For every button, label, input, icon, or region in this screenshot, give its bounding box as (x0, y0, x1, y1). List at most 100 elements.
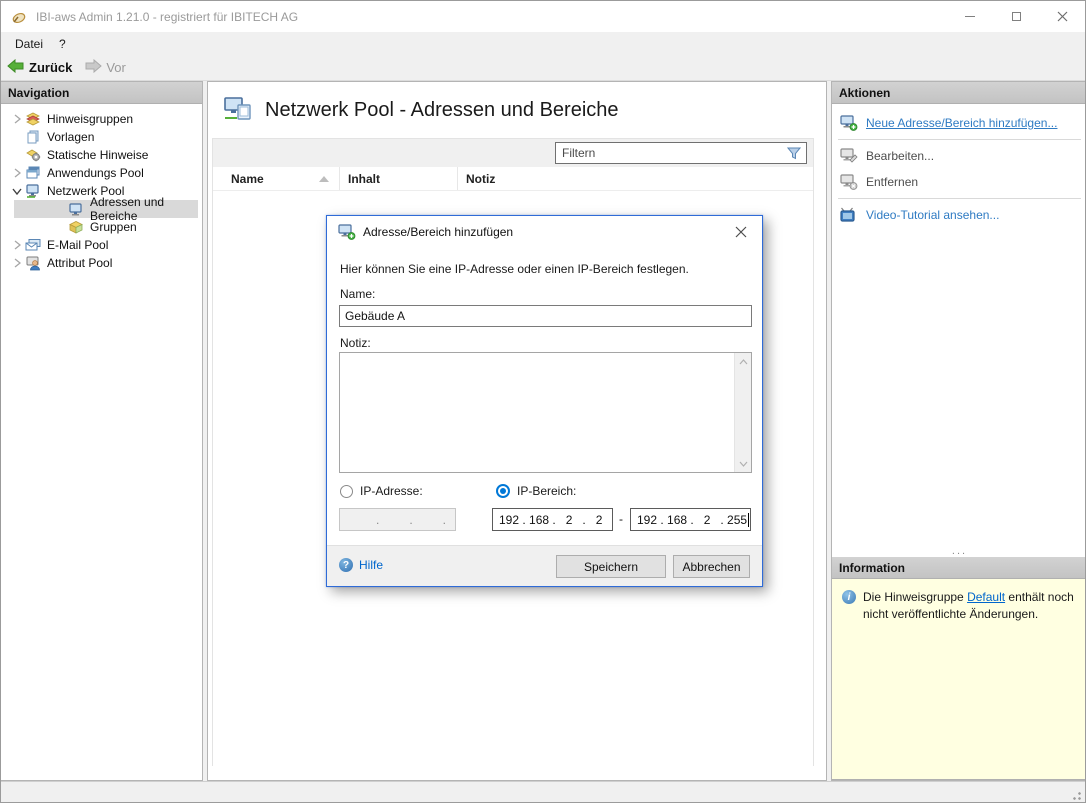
page-title: Netzwerk Pool - Adressen und Bereiche (265, 99, 619, 122)
cancel-button[interactable]: Abbrechen (673, 555, 750, 578)
default-group-link[interactable]: Default (967, 590, 1005, 604)
sidebar-item-label: Anwendungs Pool (47, 166, 144, 180)
notice-groups-icon (25, 111, 41, 127)
note-textarea[interactable] (339, 352, 752, 473)
sidebar-item-hinweisgruppen[interactable]: Hinweisgruppen (1, 110, 202, 128)
sidebar-item-label: Gruppen (90, 220, 137, 234)
dialog-footer: ? Hilfe Speichern Abbrechen (327, 545, 762, 586)
attribute-pool-icon (25, 255, 41, 271)
radio-ip-range-label: IP-Bereich: (517, 484, 576, 498)
filter-bar (213, 139, 813, 167)
forward-button-label: Vor (106, 60, 126, 75)
main-title-row: Netzwerk Pool - Adressen und Bereiche (208, 82, 826, 138)
groups-icon (68, 219, 84, 235)
chevron-right-icon[interactable] (9, 168, 25, 178)
sidebar-item-label: Vorlagen (47, 130, 94, 144)
dialog-title-bar: Adresse/Bereich hinzufügen (327, 216, 762, 248)
resize-grip[interactable] (1070, 789, 1082, 801)
information-panel: i Die Hinweisgruppe Default enthält noch… (832, 579, 1086, 780)
monitor-remove-icon (840, 174, 858, 190)
app-window: IBI-aws Admin 1.21.0 - registriert für I… (0, 0, 1086, 803)
column-header-notiz[interactable]: Notiz (458, 167, 813, 190)
chevron-right-icon[interactable] (9, 114, 25, 124)
static-notices-icon (25, 147, 41, 163)
email-pool-icon (25, 237, 41, 253)
radio-ip-range[interactable]: IP-Bereich: (496, 484, 576, 498)
maximize-button[interactable] (993, 1, 1039, 32)
info-icon: i (842, 590, 856, 604)
action-label: Entfernen (866, 175, 918, 189)
templates-icon (25, 129, 41, 145)
forward-button: Vor (78, 59, 132, 76)
add-address-dialog: Adresse/Bereich hinzufügen Hier können S… (326, 215, 763, 587)
action-edit: Bearbeiten... (832, 143, 1086, 169)
action-label: Neue Adresse/Bereich hinzufügen... (866, 116, 1057, 130)
sidebar-item-label: E-Mail Pool (47, 238, 108, 252)
filter-input[interactable] (556, 146, 785, 160)
window-title: IBI-aws Admin 1.21.0 - registriert für I… (36, 10, 298, 24)
monitor-add-icon (338, 224, 356, 240)
chevron-right-icon[interactable] (9, 240, 25, 250)
name-label: Name: (340, 287, 375, 301)
action-label: Video-Tutorial ansehen... (866, 208, 999, 222)
action-remove: Entfernen (832, 169, 1086, 195)
ip-range-to-input[interactable]: 192 . 168 . 2 . 255 (630, 508, 751, 531)
filter-funnel-icon[interactable] (785, 147, 803, 160)
chevron-down-icon[interactable] (9, 188, 25, 195)
column-header-inhalt[interactable]: Inhalt (340, 167, 458, 190)
ip-range-from-input[interactable]: 192 . 168 . 2 . 2 (492, 508, 613, 531)
close-icon[interactable] (730, 223, 752, 241)
name-input[interactable] (339, 305, 752, 327)
sidebar-item-adressen-und-bereiche[interactable]: Adressen und Bereiche (14, 200, 198, 218)
navigation-header: Navigation (1, 82, 202, 104)
navigation-tree: Hinweisgruppen Vorlagen Statische Hinwei… (1, 104, 202, 272)
right-panel: Aktionen Neue Adresse/Bereich hinzufügen… (831, 81, 1086, 781)
back-button[interactable]: Zurück (1, 59, 78, 76)
menu-item-help[interactable]: ? (51, 37, 74, 51)
action-label: Bearbeiten... (866, 149, 934, 163)
scroll-up-icon[interactable] (735, 353, 752, 370)
forward-arrow-icon (84, 59, 102, 76)
actions-header: Aktionen (832, 82, 1086, 104)
monitor-add-icon (840, 115, 858, 131)
scrollbar[interactable] (734, 353, 751, 472)
chevron-right-icon[interactable] (9, 258, 25, 268)
panel-splitter-handle[interactable]: ... (832, 547, 1086, 556)
sidebar-item-attribut-pool[interactable]: Attribut Pool (1, 254, 202, 272)
action-video-tutorial[interactable]: Video-Tutorial ansehen... (832, 202, 1086, 228)
addresses-icon (68, 201, 84, 217)
minimize-button[interactable] (947, 1, 993, 32)
radio-selected-icon (496, 484, 510, 498)
help-link[interactable]: ? Hilfe (339, 558, 383, 572)
information-text: Die Hinweisgruppe Default enthält noch n… (863, 589, 1079, 623)
scroll-down-icon[interactable] (735, 455, 752, 472)
monitor-edit-icon (840, 148, 858, 164)
sidebar-item-label: Statische Hinweise (47, 148, 148, 162)
sidebar-item-vorlagen[interactable]: Vorlagen (1, 128, 202, 146)
sidebar-item-label: Hinweisgruppen (47, 112, 133, 126)
app-icon (10, 9, 28, 25)
radio-ip-address-label: IP-Adresse: (360, 484, 423, 498)
range-separator: - (619, 512, 623, 526)
dialog-description: Hier können Sie eine IP-Adresse oder ein… (340, 262, 689, 276)
action-add-address[interactable]: Neue Adresse/Bereich hinzufügen... (832, 110, 1086, 136)
actions-body: Neue Adresse/Bereich hinzufügen... Bearb… (832, 104, 1086, 557)
help-icon: ? (339, 558, 353, 572)
application-pool-icon (25, 165, 41, 181)
ip-row: . . . 192 . 168 . 2 . 2 - 192 . 168 . 2 … (327, 508, 762, 531)
back-arrow-icon (7, 59, 25, 76)
ip-address-input: . . . (339, 508, 456, 531)
radio-ip-address[interactable]: IP-Adresse: (340, 484, 423, 498)
dialog-title: Adresse/Bereich hinzufügen (363, 225, 513, 239)
sidebar-item-statische-hinweise[interactable]: Statische Hinweise (1, 146, 202, 164)
column-header-name[interactable]: Name (213, 167, 340, 190)
information-header: Information (832, 557, 1086, 579)
separator (838, 198, 1081, 199)
menu-item-datei[interactable]: Datei (7, 37, 51, 51)
close-button[interactable] (1039, 1, 1085, 32)
save-button[interactable]: Speichern (556, 555, 666, 578)
toolbar: Zurück Vor (1, 55, 1085, 81)
sidebar-item-email-pool[interactable]: E-Mail Pool (1, 236, 202, 254)
sort-ascending-icon (319, 176, 329, 182)
sidebar-item-anwendungs-pool[interactable]: Anwendungs Pool (1, 164, 202, 182)
